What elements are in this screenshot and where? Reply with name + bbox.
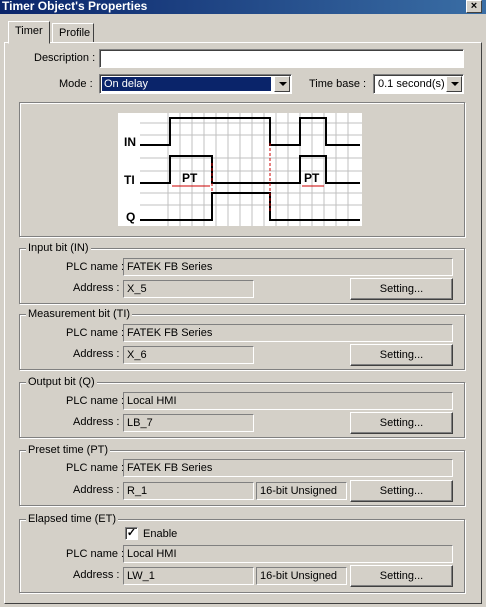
in-signal-line xyxy=(140,117,360,146)
tab-timer-label: Timer xyxy=(15,25,43,37)
description-input[interactable] xyxy=(99,49,464,68)
description-label: Description : xyxy=(34,52,96,64)
chevron-down-icon[interactable] xyxy=(274,76,290,92)
measurement-address-value: X_6 xyxy=(123,346,254,364)
mode-label: Mode : xyxy=(59,78,93,90)
input-plc-value: FATEK FB Series xyxy=(123,258,453,276)
enable-label: Enable xyxy=(143,528,178,540)
output-address-label: Address : xyxy=(73,416,120,428)
output-setting-button[interactable]: Setting... xyxy=(350,412,453,434)
timebase-value: 0.1 second(s) xyxy=(378,78,445,90)
chevron-down-icon[interactable] xyxy=(446,76,462,92)
enable-checkbox[interactable]: ✓ xyxy=(125,527,138,540)
elapsed-time-title: Elapsed time (ET) xyxy=(26,513,119,526)
elapsed-plc-label: PLC name : xyxy=(66,548,125,560)
measurement-setting-button[interactable]: Setting... xyxy=(350,344,453,366)
mode-select[interactable]: On delay xyxy=(99,74,292,94)
input-bit-title: Input bit (IN) xyxy=(26,242,91,255)
ti-label: TI xyxy=(124,173,135,187)
elapsed-plc-value: Local HMI xyxy=(123,545,453,563)
measurement-plc-label: PLC name : xyxy=(66,327,125,339)
input-plc-label: PLC name : xyxy=(66,261,125,273)
preset-address-value: R_1 xyxy=(123,482,254,500)
close-icon: × xyxy=(470,0,478,12)
diagram-grid xyxy=(140,113,362,226)
elapsed-type-value: 16-bit Unsigned xyxy=(256,567,347,585)
pt-label-2: PT xyxy=(304,171,320,185)
preset-type-value: 16-bit Unsigned xyxy=(256,482,347,500)
preset-plc-value: FATEK FB Series xyxy=(123,459,453,477)
elapsed-address-value: LW_1 xyxy=(123,567,254,585)
pt-label-1: PT xyxy=(182,171,198,185)
timebase-label: Time base : xyxy=(309,78,367,90)
elapsed-address-label: Address : xyxy=(73,569,120,581)
input-address-label: Address : xyxy=(73,282,120,294)
measurement-plc-value: FATEK FB Series xyxy=(123,324,453,342)
output-plc-label: PLC name : xyxy=(66,395,125,407)
q-signal-line xyxy=(140,192,360,221)
measurement-bit-title: Measurement bit (TI) xyxy=(26,308,133,321)
timing-diagram-svg: IN TI Q PT PT xyxy=(124,113,362,226)
q-label: Q xyxy=(126,210,135,224)
checkmark-icon: ✓ xyxy=(126,527,137,539)
tab-profile[interactable]: Profile xyxy=(52,23,94,43)
elapsed-setting-button[interactable]: Setting... xyxy=(350,565,453,587)
preset-address-label: Address : xyxy=(73,484,120,496)
output-address-value: LB_7 xyxy=(123,414,254,432)
in-label: IN xyxy=(124,135,136,149)
output-bit-title: Output bit (Q) xyxy=(26,376,97,389)
window-title: Timer Object's Properties xyxy=(2,0,148,13)
mode-value: On delay xyxy=(102,77,271,91)
ti-signal-line xyxy=(140,155,360,184)
input-address-value: X_5 xyxy=(123,280,254,298)
close-button[interactable]: × xyxy=(466,0,482,13)
tab-timer[interactable]: Timer xyxy=(8,21,50,44)
timing-diagram: IN TI Q PT PT xyxy=(118,113,362,226)
preset-setting-button[interactable]: Setting... xyxy=(350,480,453,502)
timebase-select[interactable]: 0.1 second(s) xyxy=(373,74,464,94)
input-setting-button[interactable]: Setting... xyxy=(350,278,453,300)
title-bar: Timer Object's Properties × xyxy=(0,0,486,14)
measurement-address-label: Address : xyxy=(73,348,120,360)
tab-profile-label: Profile xyxy=(59,27,91,39)
preset-time-title: Preset time (PT) xyxy=(26,444,111,457)
output-plc-value: Local HMI xyxy=(123,392,453,410)
preset-plc-label: PLC name : xyxy=(66,462,125,474)
